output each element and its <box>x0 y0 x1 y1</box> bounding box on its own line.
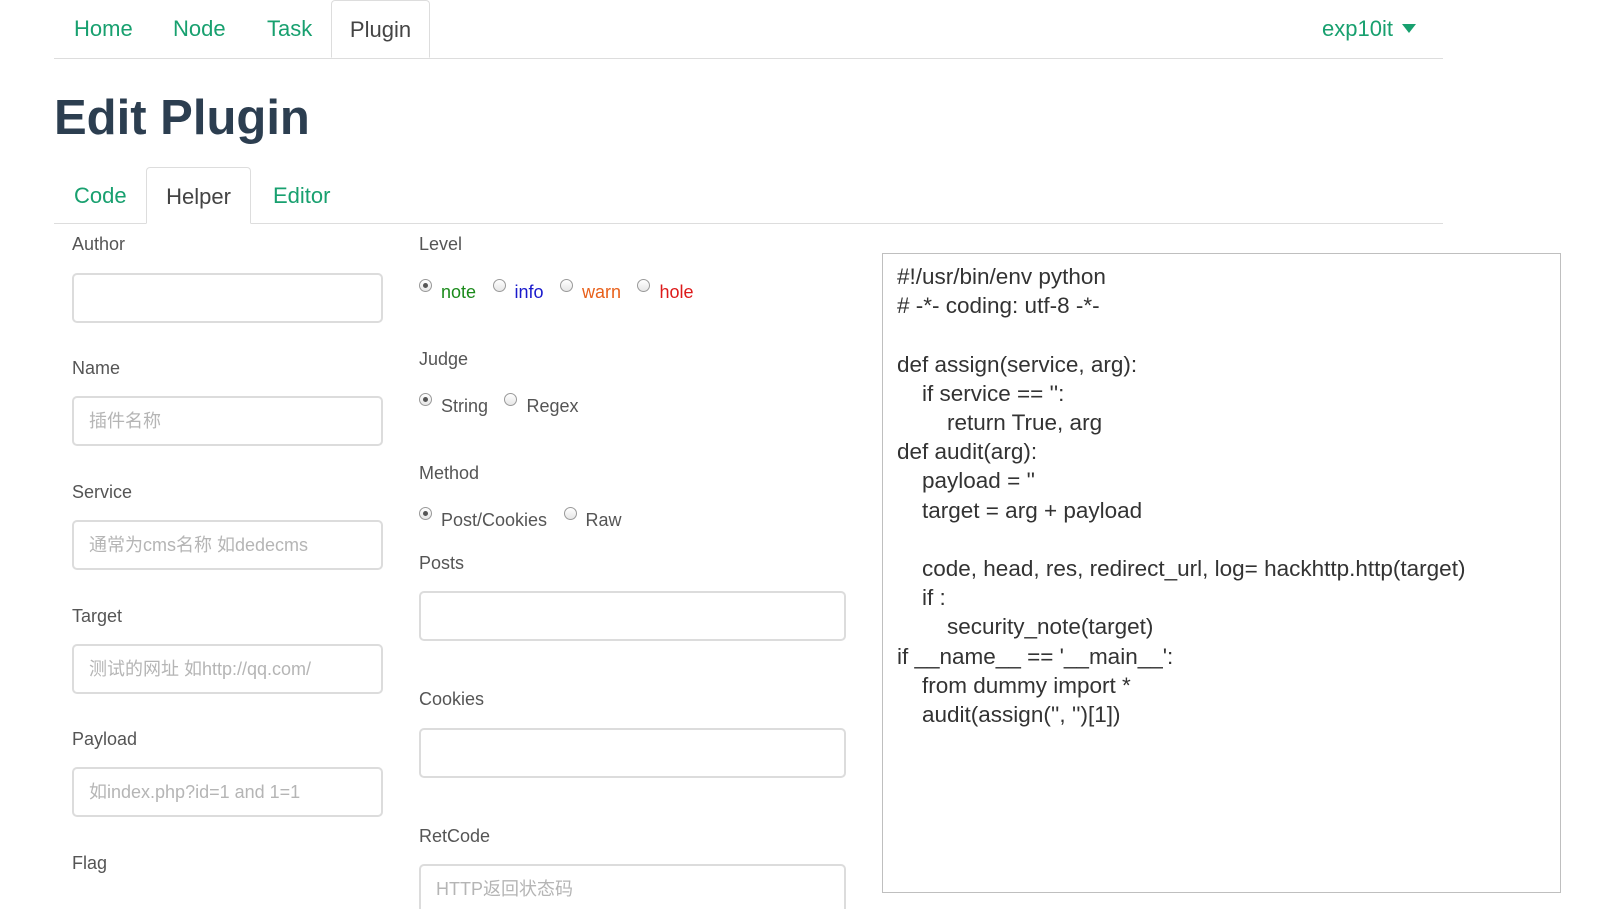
radio-icon <box>504 393 518 406</box>
page-title: Edit Plugin <box>54 91 310 145</box>
user-name: exp10it <box>1322 16 1393 41</box>
nav-tab-home[interactable]: Home <box>74 0 133 58</box>
level-option-info[interactable]: info <box>492 279 544 303</box>
service-input[interactable] <box>72 520 383 570</box>
author-input[interactable] <box>72 273 383 323</box>
caret-down-icon <box>1401 23 1416 33</box>
payload-label: Payload <box>72 729 138 749</box>
nav-tab-node[interactable]: Node <box>173 0 226 58</box>
posts-label: Posts <box>419 553 465 573</box>
radio-icon <box>559 279 573 292</box>
code-preview[interactable]: #!/usr/bin/env python # -*- coding: utf-… <box>882 253 1561 893</box>
level-option-hole[interactable]: hole <box>637 279 694 303</box>
radio-icon <box>563 507 577 520</box>
editor-tabs: Code Helper Editor <box>54 167 1443 224</box>
level-option-label: warn <box>581 282 621 302</box>
cookies-label: Cookies <box>419 689 485 709</box>
method-label: Method <box>419 463 480 483</box>
page: Home Node Task Plugin exp10it Edit Plugi… <box>0 0 1609 909</box>
judge-option-label: Regex <box>526 396 579 416</box>
nav-tab-plugin[interactable]: Plugin <box>331 0 430 58</box>
level-option-label: info <box>514 282 544 302</box>
level-label: Level <box>419 234 463 254</box>
payload-input[interactable] <box>72 767 383 817</box>
method-option-label: Raw <box>585 510 622 530</box>
level-option-warn[interactable]: warn <box>559 279 621 303</box>
level-option-note[interactable]: note <box>419 279 477 303</box>
radio-icon <box>492 279 506 292</box>
radio-checked-icon <box>419 507 432 520</box>
posts-input[interactable] <box>419 591 846 641</box>
radio-checked-icon <box>419 393 432 406</box>
user-menu[interactable]: exp10it <box>1322 0 1416 58</box>
top-nav: Home Node Task Plugin exp10it <box>54 0 1443 59</box>
method-option-post-cookies[interactable]: Post/Cookies <box>419 507 548 531</box>
method-radio-group: Post/Cookies Raw <box>419 507 634 531</box>
judge-option-label: String <box>441 396 489 416</box>
tab-helper[interactable]: Helper <box>146 167 251 224</box>
code-text: #!/usr/bin/env python # -*- coding: utf-… <box>897 264 1466 728</box>
radio-icon <box>637 279 651 292</box>
target-label: Target <box>72 606 123 626</box>
method-option-label: Post/Cookies <box>441 510 548 530</box>
cookies-input[interactable] <box>419 728 846 778</box>
nav-tab-task[interactable]: Task <box>267 0 312 58</box>
level-option-label: hole <box>659 282 694 302</box>
retcode-input[interactable] <box>419 864 846 909</box>
name-label: Name <box>72 358 121 378</box>
tab-code[interactable]: Code <box>74 167 127 223</box>
tab-editor[interactable]: Editor <box>273 167 330 223</box>
level-radio-group: note info warn hole <box>419 279 705 303</box>
service-label: Service <box>72 482 133 502</box>
level-option-label: note <box>441 282 477 302</box>
name-input[interactable] <box>72 396 383 446</box>
judge-option-regex[interactable]: Regex <box>504 393 579 417</box>
flag-label: Flag <box>72 853 108 873</box>
judge-radio-group: String Regex <box>419 393 591 417</box>
radio-checked-icon <box>419 279 432 292</box>
author-label: Author <box>72 234 126 254</box>
target-input[interactable] <box>72 644 383 694</box>
method-option-raw[interactable]: Raw <box>563 507 622 531</box>
retcode-label: RetCode <box>419 826 491 846</box>
judge-label: Judge <box>419 349 469 369</box>
judge-option-string[interactable]: String <box>419 393 489 417</box>
